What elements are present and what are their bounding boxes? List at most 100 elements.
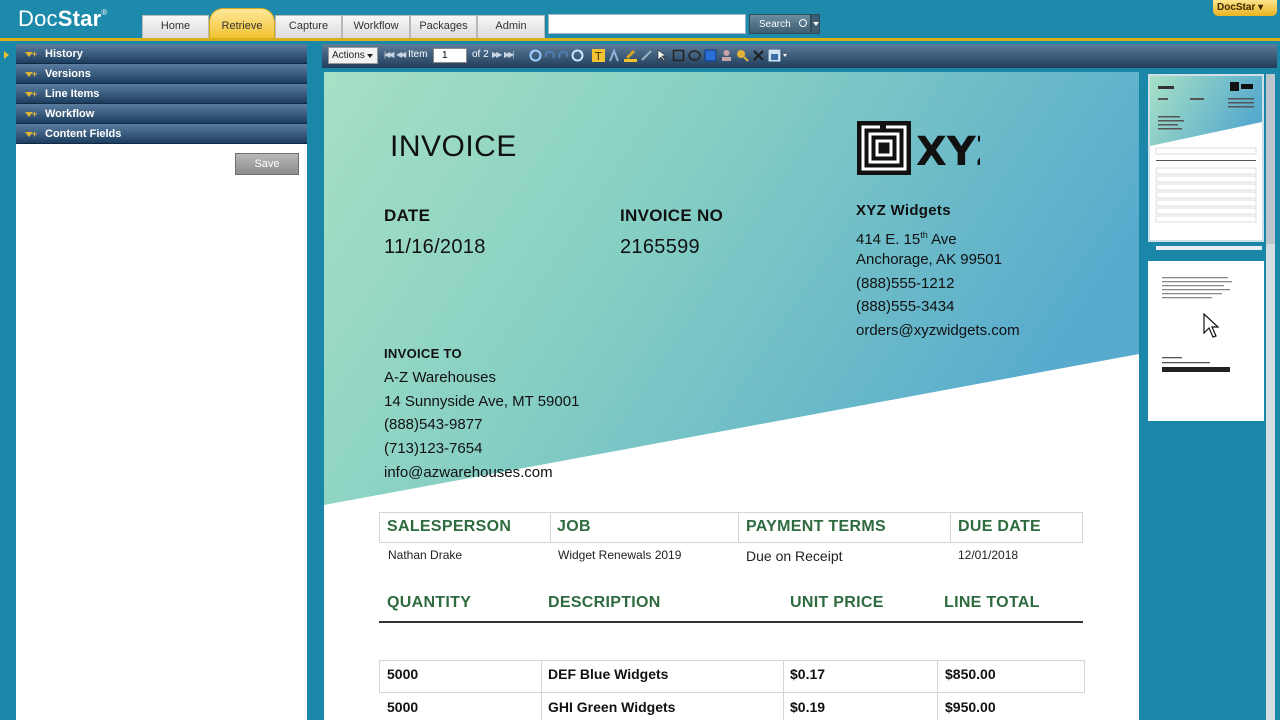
highlight-icon[interactable] [608, 49, 621, 62]
company-city: Anchorage, AK 99501 [856, 251, 1002, 268]
rotate-right-icon[interactable] [571, 49, 584, 62]
filled-rectangle-icon[interactable] [704, 49, 717, 62]
redo-icon[interactable] [557, 49, 570, 62]
search-options-dropdown[interactable] [811, 14, 820, 34]
row-1-quantity: 5000 [387, 666, 419, 682]
next-page-icon[interactable]: ▶▶ [492, 50, 502, 59]
search-icon [799, 19, 807, 27]
customer-name: A-Z Warehouses [384, 369, 496, 386]
due-date-value: 12/01/2018 [958, 548, 1019, 562]
page-2-preview [1148, 261, 1264, 421]
column-divider [950, 512, 951, 543]
page-1-preview [1150, 76, 1262, 240]
thumbnail-scrollbar-thumb[interactable] [1266, 74, 1275, 244]
section-workflow[interactable]: Workflow [16, 104, 307, 124]
section-label: Versions [45, 68, 91, 80]
row-1-line-total: $850.00 [945, 666, 996, 682]
invoice-title: INVOICE [390, 130, 517, 163]
delete-annotation-icon[interactable] [752, 49, 765, 62]
last-page-icon[interactable]: ▶▶| [504, 50, 514, 59]
expand-icon [25, 64, 37, 84]
row-1-description: DEF Blue Widgets [548, 666, 669, 682]
expand-icon [25, 104, 37, 124]
top-bar: DocStar® Home Retrieve Capture Workflow … [0, 0, 1280, 38]
column-divider [541, 660, 542, 720]
page-thumbnail-1[interactable] [1148, 74, 1264, 242]
search-button-label: Search [759, 19, 791, 30]
date-label: DATE [384, 206, 431, 225]
redact-icon[interactable] [736, 49, 749, 62]
search-button[interactable]: Search [749, 14, 811, 34]
column-divider [937, 660, 938, 720]
search-input[interactable] [548, 14, 746, 34]
rectangle-icon[interactable] [672, 49, 685, 62]
job-header: JOB [557, 518, 591, 535]
xyz-logo: XYZ [857, 121, 980, 175]
expand-icon [25, 44, 37, 64]
expand-icon [25, 124, 37, 144]
text-annotation-icon[interactable]: T [592, 49, 605, 62]
previous-page-icon[interactable]: ◀◀ [396, 50, 406, 59]
row-2-line-total: $950.00 [945, 699, 996, 715]
customer-phone-2: (713)123-7654 [384, 440, 483, 457]
ellipse-icon[interactable] [688, 49, 701, 62]
first-page-icon[interactable]: |◀◀ [384, 50, 394, 59]
invoice-to-label: INVOICE TO [384, 346, 462, 361]
row-1-unit-price: $0.17 [790, 666, 826, 682]
annotation-menu-icon[interactable] [768, 49, 788, 62]
logo-text-bold: Star [57, 6, 102, 31]
user-menu[interactable]: DocStar ▾ [1213, 0, 1277, 16]
description-header: DESCRIPTION [548, 594, 661, 611]
left-panel: History Versions Line Items Workflow Con… [16, 44, 307, 720]
salesperson-value: Nathan Drake [388, 548, 463, 562]
pointer-icon[interactable] [656, 49, 669, 62]
logo-trademark: ® [101, 8, 108, 17]
page-thumbnail-2[interactable] [1148, 261, 1264, 421]
salesperson-header: SALESPERSON [387, 518, 512, 535]
row-2-quantity: 5000 [387, 699, 419, 715]
company-street-number: 414 E. 15 [856, 231, 921, 248]
company-street-ordinal: th [920, 230, 928, 240]
tab-workflow[interactable]: Workflow [342, 15, 410, 38]
header-divider [0, 38, 1280, 41]
item-number-input[interactable]: 1 [433, 48, 467, 63]
column-divider [783, 660, 784, 720]
invoice-page: INVOICE XYZ DATE 11/16/2018 INVOICE NO 2… [324, 72, 1139, 720]
company-name: XYZ Widgets [856, 202, 951, 219]
actions-dropdown[interactable]: Actions [328, 47, 378, 64]
docstar-logo[interactable]: DocStar® [18, 6, 107, 32]
date-value: 11/16/2018 [384, 236, 486, 258]
column-divider [738, 512, 739, 543]
tab-admin[interactable]: Admin [477, 15, 545, 38]
customer-phone-1: (888)543-9877 [384, 416, 483, 433]
section-line-items[interactable]: Line Items [16, 84, 307, 104]
section-history[interactable]: History [16, 44, 307, 64]
tab-retrieve[interactable]: Retrieve [209, 8, 275, 38]
customer-email: info@azwarehouses.com [384, 464, 553, 481]
pen-icon[interactable] [624, 49, 637, 62]
section-label: Line Items [45, 88, 100, 100]
invoice-no-label: INVOICE NO [620, 206, 724, 225]
unit-price-header: UNIT PRICE [790, 594, 884, 611]
logo-text: Doc [18, 6, 58, 31]
stamp-icon[interactable] [720, 49, 733, 62]
tab-home[interactable]: Home [142, 15, 209, 38]
undo-icon[interactable] [543, 49, 556, 62]
line-icon[interactable] [640, 49, 653, 62]
expand-icon [25, 84, 37, 104]
items-header-underline [379, 621, 1083, 623]
tab-capture[interactable]: Capture [275, 15, 342, 38]
section-versions[interactable]: Versions [16, 64, 307, 84]
line-total-header: LINE TOTAL [944, 594, 1040, 611]
rotate-left-icon[interactable] [529, 49, 542, 62]
save-button[interactable]: Save [235, 153, 299, 175]
tab-packages[interactable]: Packages [410, 15, 477, 38]
expand-panel-arrow-icon[interactable] [4, 51, 9, 59]
row-2-description: GHI Green Widgets [548, 699, 676, 715]
mouse-cursor-icon [1203, 313, 1219, 338]
section-label: History [45, 48, 83, 60]
company-email: orders@xyzwidgets.com [856, 322, 1020, 339]
company-phone-1: (888)555-1212 [856, 275, 955, 292]
section-content-fields[interactable]: Content Fields [16, 124, 307, 144]
job-value: Widget Renewals 2019 [558, 548, 682, 562]
